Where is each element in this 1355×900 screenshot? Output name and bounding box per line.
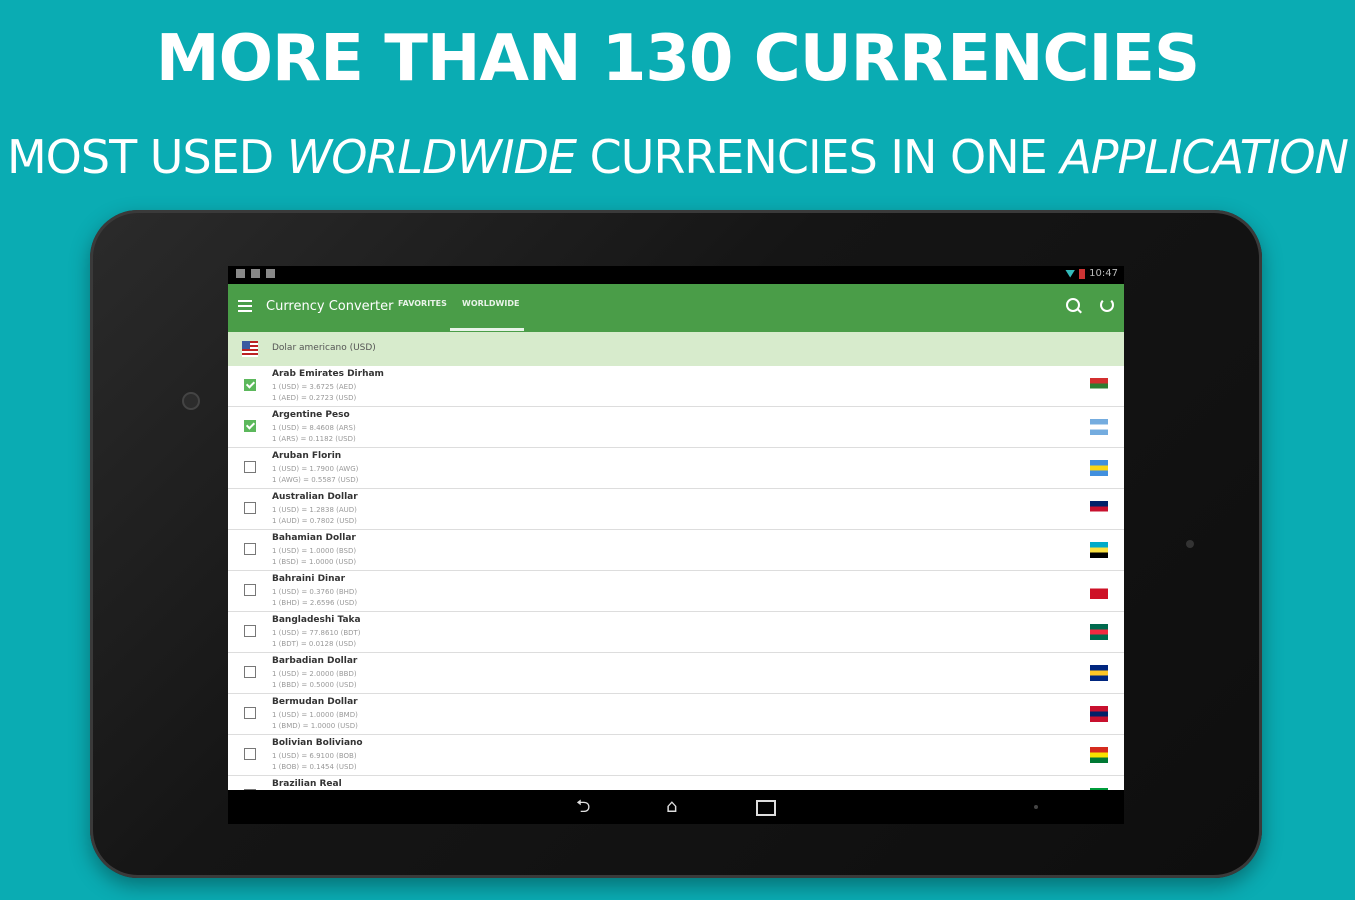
favorite-checkbox[interactable] — [244, 666, 256, 678]
currency-row[interactable]: Australian Dollar 1 (USD) = 1.2838 (AUD) 1… — [228, 489, 1124, 530]
currency-name: Bahamian Dollar — [272, 533, 356, 543]
flag-icon — [1090, 747, 1108, 763]
wifi-icon — [1065, 269, 1076, 278]
favorite-checkbox[interactable] — [244, 461, 256, 473]
currency-name: Aruban Florin — [272, 451, 342, 461]
app-bar: Currency Converter FAVORITES WORLDWIDE — [228, 284, 1124, 332]
currency-row[interactable]: Bahamian Dollar 1 (USD) = 1.0000 (BSD) 1 (… — [228, 530, 1124, 571]
currency-name: Bahraini Dinar — [272, 574, 346, 584]
currency-name: Arab Emirates Dirham — [272, 369, 384, 379]
battery-icon — [1079, 268, 1086, 279]
tab-favorites[interactable]: FAVORITES — [398, 299, 447, 308]
rate-line-1: 1 (USD) = 2.0000 (BBD) — [272, 670, 357, 678]
camera-icon — [182, 392, 200, 410]
rate-line-1: 1 (USD) = 77.8610 (BDT) — [272, 629, 361, 637]
rate-line-1: 1 (USD) = 3.6725 (AED) — [272, 383, 357, 391]
status-bar: 10:47 — [228, 266, 1124, 284]
currency-row[interactable]: Arab Emirates Dirham 1 (USD) = 3.6725 (AE… — [228, 366, 1124, 407]
flag-icon — [1090, 583, 1108, 599]
rate-line-1: 1 (USD) = 1.7900 (AWG) — [272, 465, 359, 473]
currency-row[interactable]: Bermudan Dollar 1 (USD) = 1.0000 (BMD) 1 (… — [228, 694, 1124, 735]
menu-dot — [1034, 805, 1038, 809]
favorite-checkbox[interactable] — [244, 420, 256, 432]
favorite-checkbox[interactable] — [244, 502, 256, 514]
rate-line-2: 1 (BBD) = 0.5000 (USD) — [272, 681, 357, 689]
flag-icon — [1090, 665, 1108, 681]
currency-name: Bangladeshi Taka — [272, 615, 361, 625]
currency-name: Barbadian Dollar — [272, 656, 358, 666]
currency-name: Bermudan Dollar — [272, 697, 358, 707]
search-icon[interactable] — [1066, 298, 1080, 312]
recent-apps-icon[interactable] — [756, 800, 776, 816]
home-icon[interactable]: ⌂ — [666, 798, 677, 816]
notification-icon — [251, 269, 260, 278]
tablet-screen: 10:47 Currency Converter FAVORITES WORLD… — [228, 266, 1124, 824]
currency-name: Bolivian Boliviano — [272, 738, 363, 748]
rate-line-2: 1 (AED) = 0.2723 (USD) — [272, 394, 357, 402]
flag-icon — [1090, 460, 1108, 476]
rate-line-2: 1 (BSD) = 1.0000 (USD) — [272, 558, 357, 566]
rate-line-2: 1 (AUD) = 0.7802 (USD) — [272, 517, 357, 525]
rate-line-1: 1 (USD) = 1.0000 (BSD) — [272, 547, 357, 555]
rate-line-1: 1 (USD) = 1.2838 (AUD) — [272, 506, 357, 514]
system-nav-bar: ⮌ ⌂ — [228, 790, 1124, 824]
notification-icon — [236, 269, 245, 278]
flag-icon — [1090, 501, 1108, 517]
rate-line-2: 1 (AWG) = 0.5587 (USD) — [272, 476, 359, 484]
favorite-checkbox[interactable] — [244, 707, 256, 719]
app-title: Currency Converter — [266, 299, 394, 314]
flag-icon — [1090, 624, 1108, 640]
rate-line-2: 1 (BMD) = 1.0000 (USD) — [272, 722, 358, 730]
favorite-checkbox[interactable] — [244, 379, 256, 391]
refresh-icon[interactable] — [1100, 298, 1114, 312]
rate-line-2: 1 (ARS) = 0.1182 (USD) — [272, 435, 356, 443]
sensor-dot — [1186, 540, 1194, 548]
notification-icon — [266, 269, 275, 278]
back-icon[interactable]: ⮌ — [576, 798, 590, 816]
tab-worldwide[interactable]: WORLDWIDE — [462, 299, 519, 308]
flag-icon — [1090, 378, 1108, 394]
rate-line-1: 1 (USD) = 0.3760 (BHD) — [272, 588, 358, 596]
promo-subheadline: MOST USED WORLDWIDE CURRENCIES IN ONE AP… — [6, 130, 1349, 184]
flag-icon — [1090, 419, 1108, 435]
favorite-checkbox[interactable] — [244, 584, 256, 596]
currency-name: Australian Dollar — [272, 492, 358, 502]
favorite-checkbox[interactable] — [244, 625, 256, 637]
menu-icon[interactable] — [238, 300, 252, 312]
currency-name: Argentine Peso — [272, 410, 350, 420]
currency-name: Brazilian Real — [272, 779, 342, 789]
active-tab-indicator — [450, 328, 524, 331]
tablet-device: 10:47 Currency Converter FAVORITES WORLD… — [90, 210, 1262, 878]
rate-line-2: 1 (BDT) = 0.0128 (USD) — [272, 640, 357, 648]
currency-row[interactable]: Bangladeshi Taka 1 (USD) = 77.8610 (BDT) 1… — [228, 612, 1124, 653]
rate-line-2: 1 (BHD) = 2.6596 (USD) — [272, 599, 358, 607]
rate-line-1: 1 (USD) = 8.4608 (ARS) — [272, 424, 356, 432]
favorite-checkbox[interactable] — [244, 748, 256, 760]
flag-icon — [1090, 706, 1108, 722]
promo-headline: MORE THAN 130 CURRENCIES — [155, 22, 1200, 96]
currency-row[interactable]: Aruban Florin 1 (USD) = 1.7900 (AWG) 1 (AW… — [228, 448, 1124, 489]
flag-icon — [1090, 542, 1108, 558]
currency-row[interactable]: Argentine Peso 1 (USD) = 8.4608 (ARS) 1 (A… — [228, 407, 1124, 448]
currency-row[interactable]: Bahraini Dinar 1 (USD) = 0.3760 (BHD) 1 (B… — [228, 571, 1124, 612]
base-currency-row[interactable]: Dolar americano (USD) — [228, 332, 1124, 366]
currency-row[interactable]: Bolivian Boliviano 1 (USD) = 6.9100 (BOB)… — [228, 735, 1124, 776]
rate-line-1: 1 (USD) = 1.0000 (BMD) — [272, 711, 358, 719]
currency-row[interactable]: Brazilian Real — [228, 776, 1124, 790]
us-flag-icon — [242, 341, 258, 357]
currency-list[interactable]: Arab Emirates Dirham 1 (USD) = 3.6725 (AE… — [228, 366, 1124, 790]
rate-line-2: 1 (BOB) = 0.1454 (USD) — [272, 763, 357, 771]
status-time: 10:47 — [1089, 268, 1118, 279]
rate-line-1: 1 (USD) = 6.9100 (BOB) — [272, 752, 357, 760]
base-currency-label: Dolar americano (USD) — [272, 343, 376, 353]
currency-row[interactable]: Barbadian Dollar 1 (USD) = 2.0000 (BBD) 1 … — [228, 653, 1124, 694]
favorite-checkbox[interactable] — [244, 543, 256, 555]
